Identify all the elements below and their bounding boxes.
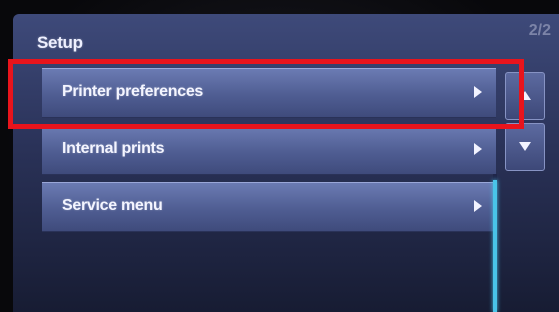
page-indicator: 2/2 xyxy=(528,22,551,39)
menu-item-service-menu[interactable]: Service menu xyxy=(42,182,496,232)
scrollbar-thumb[interactable] xyxy=(493,180,497,312)
scroll-down-button[interactable] xyxy=(505,123,545,171)
chevron-right-icon xyxy=(474,143,482,155)
scrollbar-track[interactable] xyxy=(493,174,497,312)
screen-title: Setup xyxy=(37,33,83,52)
highlight-annotation-box xyxy=(8,59,524,129)
menu-item-internal-prints[interactable]: Internal prints xyxy=(42,125,496,175)
menu-item-label: Internal prints xyxy=(62,140,165,157)
chevron-right-icon xyxy=(474,200,482,212)
scroll-down-icon xyxy=(519,142,531,151)
menu-item-label: Service menu xyxy=(62,197,163,214)
